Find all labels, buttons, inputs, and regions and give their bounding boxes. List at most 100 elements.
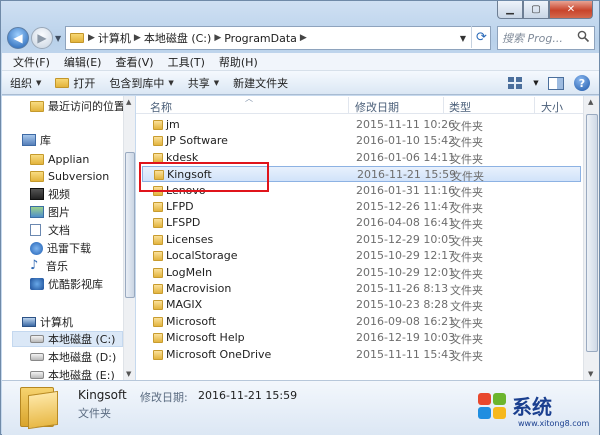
scroll-down-arrow-icon[interactable]: ▼: [588, 370, 593, 378]
include-in-library-button[interactable]: 包含到库中 ▼: [109, 75, 173, 91]
column-divider[interactable]: [348, 97, 349, 113]
nav-item-label: 音乐: [46, 260, 68, 273]
dropdown-arrow-icon: ▼: [168, 78, 174, 87]
thunder-download-icon: [30, 241, 43, 255]
breadcrumb-chevron-icon[interactable]: ▶: [300, 33, 307, 43]
file-row[interactable]: LogMeIn 2015-10-29 12:01 文件夹: [142, 265, 581, 281]
maximize-button[interactable]: ▢: [523, 1, 549, 19]
nav-item-label: 本地磁盘 (C:): [48, 333, 116, 346]
file-row[interactable]: LFPD 2015-12-26 11:47 文件夹: [142, 199, 581, 215]
column-header-type[interactable]: 类型: [449, 99, 471, 115]
nav-library-videos[interactable]: 视频: [30, 186, 70, 202]
file-row[interactable]: JP Software 2016-01-10 15:42 文件夹: [142, 133, 581, 149]
view-controls: ▼ ?: [501, 74, 593, 92]
file-name: Macrovision: [166, 282, 232, 295]
nav-library-documents[interactable]: 文档: [30, 222, 70, 238]
preview-pane-icon[interactable]: [545, 74, 567, 92]
recent-pages-dropdown-icon[interactable]: ▼: [55, 34, 61, 43]
forward-button[interactable]: ▶: [31, 27, 53, 49]
sort-ascending-icon: ︿: [245, 96, 253, 103]
music-note-icon: ♪: [30, 258, 39, 273]
scroll-up-arrow-icon[interactable]: ▲: [126, 98, 131, 106]
breadcrumb-chevron-icon[interactable]: ▶: [88, 33, 95, 43]
nav-drive-d[interactable]: 本地磁盘 (D:): [30, 349, 116, 365]
nav-computer[interactable]: 计算机: [22, 314, 73, 330]
file-row[interactable]: Microsoft Help 2016-12-19 10:03 文件夹: [142, 330, 581, 346]
file-row[interactable]: MAGIX 2015-10-23 8:28 文件夹: [142, 297, 581, 313]
change-view-icon[interactable]: [505, 74, 527, 92]
folder-icon: [153, 136, 163, 147]
file-type: 文件夹: [450, 152, 483, 166]
help-icon: ?: [574, 75, 590, 91]
search-input[interactable]: 搜索 Prog...: [497, 26, 595, 50]
refresh-icon[interactable]: ⟳: [471, 26, 491, 48]
nav-drive-c[interactable]: 本地磁盘 (C:): [12, 331, 123, 347]
nav-item-label: 计算机: [40, 316, 73, 329]
minimize-button[interactable]: ▁: [497, 1, 523, 19]
nav-library-pictures[interactable]: 图片: [30, 204, 70, 220]
close-button[interactable]: ✕: [549, 1, 593, 19]
menu-edit[interactable]: 编辑(E): [57, 54, 109, 70]
scroll-down-arrow-icon[interactable]: ▼: [126, 370, 131, 378]
column-header-date[interactable]: 修改日期: [355, 99, 399, 115]
folder-icon: [153, 316, 163, 327]
nav-drive-e[interactable]: 本地磁盘 (E:): [30, 367, 115, 380]
nav-item-label: 文档: [48, 224, 70, 237]
breadcrumb-chevron-icon[interactable]: ▶: [214, 33, 221, 43]
file-row[interactable]: jm 2015-11-11 10:26 文件夹: [142, 117, 581, 133]
breadcrumb-computer[interactable]: 计算机: [98, 30, 131, 46]
file-row[interactable]: Microsoft OneDrive 2015-11-11 15:43 文件夹: [142, 347, 581, 363]
breadcrumb-programdata[interactable]: ProgramData: [224, 32, 297, 45]
column-header-row: ︿ 名称 修改日期 类型 大小: [136, 96, 583, 114]
folder-icon: [153, 267, 163, 278]
file-type: 文件夹: [450, 185, 483, 199]
column-header-size[interactable]: 大小: [541, 99, 563, 115]
scroll-thumb[interactable]: [586, 114, 598, 352]
column-divider[interactable]: [443, 97, 444, 113]
help-button[interactable]: ?: [571, 74, 593, 92]
file-row-selected[interactable]: Kingsoft 2016-11-21 15:59 文件夹: [142, 166, 581, 183]
back-button[interactable]: ◀: [7, 27, 29, 49]
nav-library-subversion[interactable]: Subversion: [30, 168, 109, 184]
breadcrumb-drive-c[interactable]: 本地磁盘 (C:): [144, 30, 211, 46]
organize-label: 组织: [10, 76, 32, 90]
file-row[interactable]: kdesk 2016-01-06 14:11 文件夹: [142, 150, 581, 166]
nav-library-music[interactable]: ♪ 音乐: [30, 258, 68, 274]
share-button[interactable]: 共享 ▼: [188, 75, 219, 91]
nav-libraries[interactable]: 库: [22, 132, 51, 148]
include-library-label: 包含到库中: [109, 76, 165, 90]
nav-library-youku[interactable]: 优酷影视库: [30, 276, 103, 292]
address-bar[interactable]: ▶ 计算机 ▶ 本地磁盘 (C:) ▶ ProgramData ▶ ▼: [65, 26, 491, 50]
file-row[interactable]: Licenses 2015-12-29 10:05 文件夹: [142, 232, 581, 248]
address-dropdown-icon[interactable]: ▼: [460, 34, 466, 43]
nav-library-applian[interactable]: Applian: [30, 151, 89, 167]
menu-file[interactable]: 文件(F): [6, 54, 57, 70]
view-options-dropdown-icon[interactable]: ▼: [531, 74, 541, 92]
file-modified-date: 2016-09-08 16:21: [356, 314, 456, 328]
scroll-up-arrow-icon[interactable]: ▲: [588, 98, 593, 106]
open-button[interactable]: 打开: [55, 75, 95, 91]
breadcrumb-chevron-icon[interactable]: ▶: [134, 33, 141, 43]
file-row[interactable]: Microsoft 2016-09-08 16:21 文件夹: [142, 314, 581, 330]
file-row[interactable]: LocalStorage 2015-10-29 12:17 文件夹: [142, 248, 581, 264]
file-row[interactable]: LFSPD 2016-04-08 16:41 文件夹: [142, 215, 581, 231]
computer-icon: [22, 317, 36, 327]
file-list-scrollbar[interactable]: ▲ ▼: [583, 96, 599, 380]
nav-library-thunder-downloads[interactable]: 迅雷下载: [30, 240, 91, 256]
navigation-pane-scrollbar[interactable]: ▲ ▼: [123, 96, 135, 380]
details-date-label: 修改日期:: [140, 391, 188, 404]
new-folder-button[interactable]: 新建文件夹: [233, 75, 288, 91]
menu-view[interactable]: 查看(V): [108, 54, 160, 70]
organize-button[interactable]: 组织 ▼: [10, 75, 41, 91]
dropdown-arrow-icon: ▼: [213, 78, 220, 87]
scroll-thumb[interactable]: [125, 152, 135, 298]
file-name: MAGIX: [166, 298, 203, 312]
file-row[interactable]: Macrovision 2015-11-26 8:13 文件夹: [142, 281, 581, 297]
column-header-name[interactable]: 名称: [150, 99, 172, 115]
nav-item-label: 最近访问的位置: [48, 100, 123, 113]
menu-tools[interactable]: 工具(T): [161, 54, 212, 70]
nav-recent-places[interactable]: 最近访问的位置: [30, 98, 123, 114]
file-row[interactable]: Lenovo 2016-01-31 11:16 文件夹: [142, 183, 581, 199]
menu-help[interactable]: 帮助(H): [212, 54, 265, 70]
column-divider[interactable]: [534, 97, 535, 113]
